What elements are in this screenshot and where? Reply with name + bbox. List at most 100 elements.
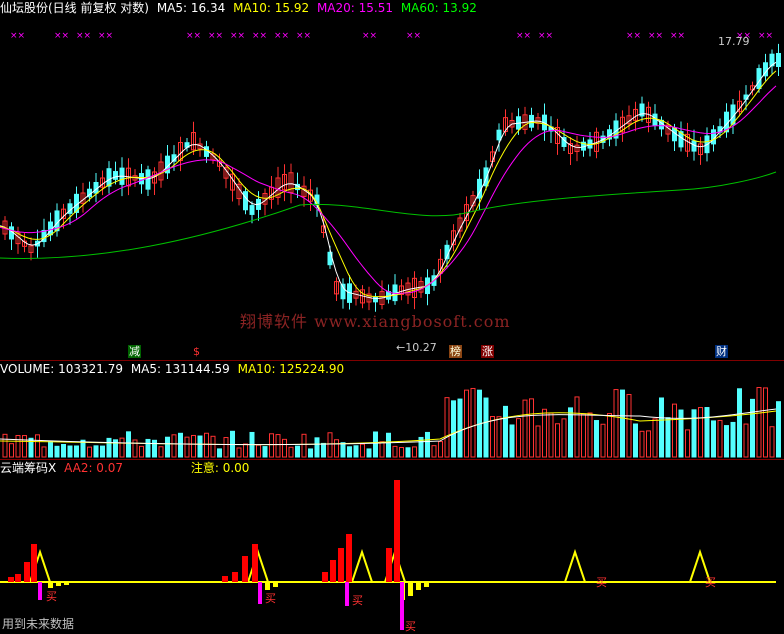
red-bar [15, 574, 21, 582]
volume-bar [646, 430, 651, 458]
volume-bar [750, 398, 755, 458]
red-bar [322, 572, 328, 582]
signal-marker: ×× [186, 31, 201, 41]
volume-bar [243, 443, 248, 458]
volume-bar [236, 447, 242, 458]
volume-bar [490, 416, 495, 458]
volume-bar [67, 445, 73, 458]
buy-label: 买 [705, 576, 716, 589]
volume-bar [288, 446, 294, 458]
candle-body [243, 191, 248, 211]
volume-bar [555, 423, 560, 458]
volume-bar [217, 448, 222, 458]
volume-bar [119, 437, 125, 458]
magenta-bar [345, 582, 349, 606]
volume-bar [360, 443, 365, 458]
volume-bar [763, 387, 768, 458]
volume-bar [743, 423, 749, 458]
volume-bar [444, 397, 450, 458]
volume-panel[interactable]: VOLUME: 103321.79 MA5: 131144.59 MA10: 1… [0, 361, 784, 460]
volume-bar [574, 396, 580, 458]
yellow-bar [273, 582, 278, 587]
badge-rise[interactable]: 涨 [481, 345, 494, 358]
volume-bar [769, 426, 775, 458]
volume-bar [633, 423, 638, 458]
high-price-label: 17.79 [718, 35, 750, 48]
candle-body [776, 52, 781, 68]
volume-bar [620, 389, 625, 458]
volume-bar [529, 398, 534, 458]
volume-bar [126, 431, 131, 458]
signal-marker: ×× [230, 31, 245, 41]
volume-bar [405, 447, 411, 458]
volume-bar [132, 439, 138, 458]
badge-dollar[interactable]: $ [192, 345, 201, 358]
volume-bar [340, 442, 346, 458]
volume-bar [145, 438, 151, 458]
volume-bar [139, 445, 144, 458]
signal-marker: ×× [758, 31, 773, 41]
volume-bar [295, 445, 300, 458]
volume-bar [561, 418, 567, 458]
volume-bar [223, 437, 229, 458]
red-bar [31, 544, 37, 582]
volume-bar [451, 400, 456, 458]
signal-marker: ×× [54, 31, 69, 41]
candle-body [249, 205, 255, 215]
signal-marker: ×× [626, 31, 641, 41]
volume-bar [54, 445, 60, 458]
price-panel[interactable]: 仙坛股份(日线 前复权 对数) MA5: 16.34 MA10: 15.92 M… [0, 0, 784, 360]
ma60-line [0, 171, 777, 259]
ma20-line [0, 85, 777, 295]
red-bar [8, 577, 14, 582]
volume-bar [22, 435, 27, 458]
candle-body [496, 129, 502, 141]
volume-bar [321, 442, 326, 458]
volume-bar [262, 446, 268, 458]
volume-bar [594, 420, 599, 458]
volume-bar [711, 420, 716, 458]
volume-bar [464, 389, 469, 458]
volume-bar [327, 432, 333, 458]
red-bar [386, 548, 392, 582]
volume-bar [386, 432, 391, 458]
volume-bar [347, 446, 352, 458]
volume-bar [35, 434, 40, 458]
future-data-note: 用到未来数据 [2, 617, 75, 631]
volume-bar [256, 444, 261, 458]
indicator-panel[interactable]: 云端筹码X AA2: 0.07 注意: 0.00 买买买买买买 用到未来数据 [0, 460, 784, 634]
signal-marker: ×× [208, 31, 223, 41]
candle-body [145, 169, 151, 190]
ma10-line [0, 70, 777, 298]
badge-reduce[interactable]: 减 [128, 345, 141, 358]
volume-bar [483, 397, 489, 458]
volume-bar [165, 436, 170, 458]
volume-bar [197, 435, 203, 458]
volume-bar [314, 437, 320, 458]
volume-bar [581, 413, 586, 458]
red-bar [394, 480, 400, 582]
volume-bar [737, 388, 742, 458]
volume-chart[interactable] [0, 361, 784, 460]
volume-bar [204, 432, 209, 458]
volume-bar [392, 445, 398, 458]
signal-marker: ×× [76, 31, 91, 41]
volume-bar [509, 424, 515, 458]
volume-bar [672, 403, 677, 458]
badge-rank[interactable]: 榜 [449, 345, 462, 358]
buy-label: 买 [596, 576, 607, 589]
price-chart[interactable]: ×× ×× ×× ×× ×× ×× ×× ×× ×× ×× ×× ×× ×× ×× ×× ×× ×× ×× ×× [0, 0, 784, 360]
volume-bar [639, 430, 645, 458]
signal-marker: ×× [516, 31, 531, 41]
volume-bar [412, 446, 417, 458]
volume-bar [431, 445, 437, 458]
red-bar [242, 556, 248, 582]
volume-bar [587, 412, 593, 458]
badge-finance[interactable]: 财 [715, 345, 728, 358]
volume-bar [74, 445, 79, 458]
volume-bar [106, 437, 112, 458]
signal-marker: ×× [362, 31, 377, 41]
volume-bar [535, 425, 541, 458]
volume-bar [171, 434, 177, 458]
indicator-chart[interactable]: 买买买买买买 [0, 460, 784, 634]
